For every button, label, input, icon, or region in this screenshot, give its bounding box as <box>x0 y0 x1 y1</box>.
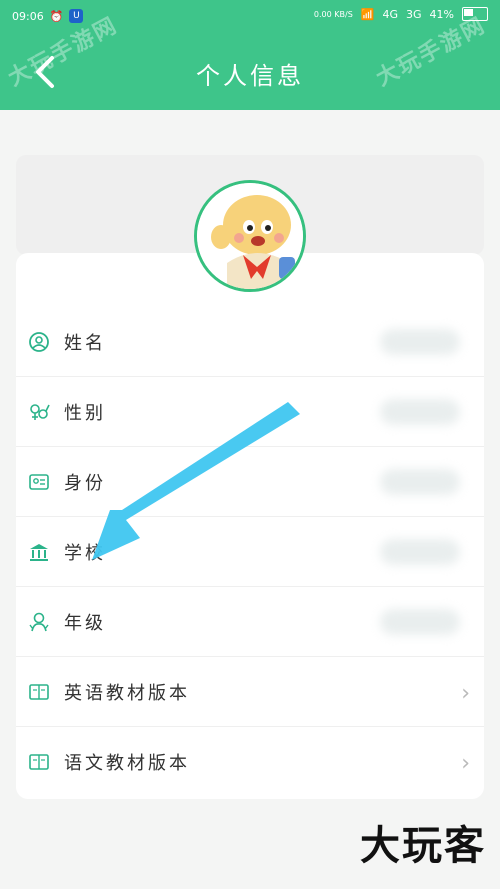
id-card-icon <box>29 474 49 490</box>
cartoon-avatar-image <box>197 183 303 289</box>
row-label: 身份 <box>64 473 106 494</box>
row-name[interactable]: 姓名 <box>16 307 484 377</box>
grade-icon <box>29 612 49 632</box>
alarm-icon: ⏰ <box>49 9 64 23</box>
chevron-right-icon: › <box>461 681 470 706</box>
row-label: 年级 <box>64 613 106 634</box>
row-label: 英语教材版本 <box>64 683 190 704</box>
book-icon <box>29 754 49 770</box>
row-value-blurred <box>380 329 460 355</box>
school-icon <box>30 544 48 561</box>
row-school[interactable]: 学校 <box>16 517 484 587</box>
row-chinese-textbook[interactable]: 语文教材版本 › <box>16 727 484 797</box>
gender-icon <box>30 404 50 420</box>
chevron-right-icon: › <box>461 751 470 776</box>
row-label: 性别 <box>64 403 106 424</box>
row-value-blurred <box>380 539 460 565</box>
signal-4g: 4G <box>382 7 399 21</box>
person-icon <box>29 332 49 352</box>
row-label: 姓名 <box>64 333 106 354</box>
row-value-blurred <box>380 469 460 495</box>
battery-percent: 41% <box>429 7 454 21</box>
row-english-textbook[interactable]: 英语教材版本 › <box>16 657 484 727</box>
status-time: 09:06 <box>12 9 44 23</box>
row-identity[interactable]: 身份 <box>16 447 484 517</box>
row-gender[interactable]: 性别 <box>16 377 484 447</box>
row-value-blurred <box>380 399 460 425</box>
network-speed: 0.00 KB/S <box>313 9 353 19</box>
signal-3g: 3G <box>406 7 422 21</box>
wifi-icon: 📶 <box>360 7 375 21</box>
book-icon <box>29 684 49 700</box>
row-label: 语文教材版本 <box>64 753 190 774</box>
brand-watermark: 大玩客 <box>360 823 486 869</box>
row-value-blurred <box>380 609 460 635</box>
row-grade[interactable]: 年级 <box>16 587 484 657</box>
avatar[interactable] <box>194 180 306 292</box>
row-label: 学校 <box>64 543 106 564</box>
